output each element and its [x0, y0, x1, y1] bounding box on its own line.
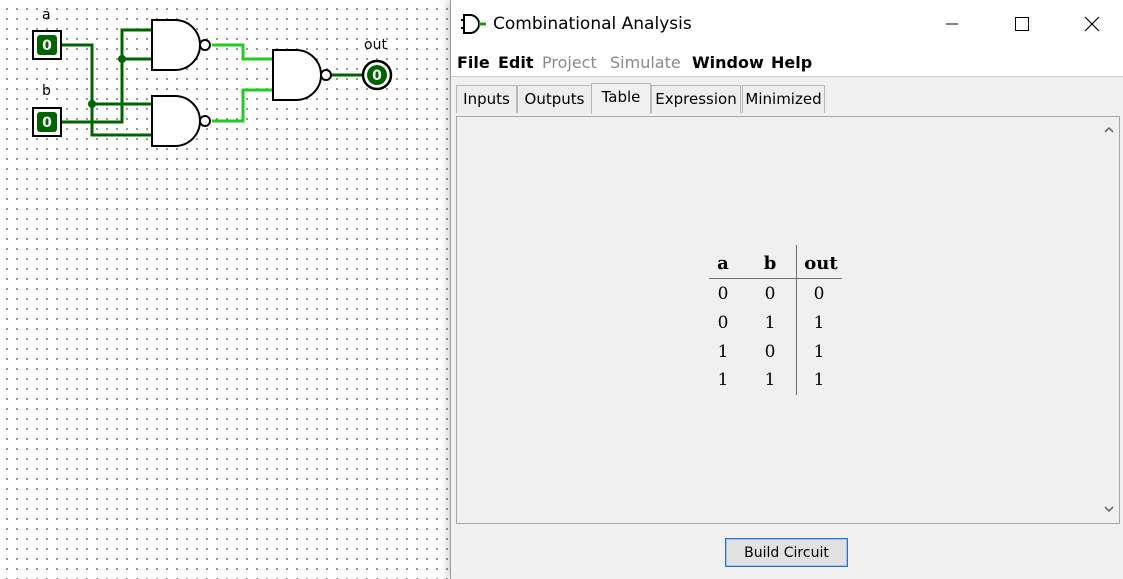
- build-circuit-button[interactable]: Build Circuit: [725, 538, 848, 567]
- truth-table-cell[interactable]: 1: [758, 313, 782, 333]
- menu-edit[interactable]: Edit: [498, 53, 534, 72]
- vertical-scrollbar[interactable]: [1099, 117, 1119, 523]
- combinational-analysis-window: Combinational Analysis File Edit Project…: [450, 0, 1123, 579]
- truth-table-header-a: a: [717, 253, 729, 274]
- tab-outputs[interactable]: Outputs: [517, 85, 592, 113]
- maximize-icon: [1015, 17, 1029, 31]
- truth-table-cell[interactable]: 1: [711, 370, 735, 390]
- pin-label-out: out: [364, 37, 387, 53]
- wire-nand1-out: [212, 43, 272, 61]
- tab-strip: Inputs Outputs Table Expression Minimize…: [456, 83, 1116, 114]
- circuit-canvas[interactable]: 0 0 0 a b out: [0, 0, 450, 579]
- close-icon: [1084, 16, 1100, 32]
- menu-bar: File Edit Project Simulate Window Help: [451, 48, 1123, 77]
- scroll-down-icon[interactable]: [1102, 502, 1116, 516]
- truth-table-cell[interactable]: 1: [711, 342, 735, 362]
- wire-nand2-out: [212, 88, 272, 123]
- menu-window[interactable]: Window: [692, 53, 764, 72]
- input-pin-a-value: 0: [42, 38, 52, 54]
- truth-table-cell[interactable]: 0: [758, 342, 782, 362]
- circuit-diagram[interactable]: 0 0 0: [0, 0, 450, 579]
- wire-junction-a: [88, 100, 96, 108]
- minimize-icon: [946, 23, 958, 25]
- nand-gate-3: [272, 49, 332, 101]
- tab-table[interactable]: Table: [591, 83, 651, 114]
- pin-label-b: b: [42, 83, 51, 99]
- truth-table-header-out: out: [804, 253, 838, 274]
- table-panel: a b out 0 0 0 0 1 1 1 0 1 1 1 1: [456, 116, 1120, 524]
- nand-gate-2: [151, 95, 211, 147]
- truth-table-cell[interactable]: 1: [807, 313, 831, 333]
- window-title: Combinational Analysis: [493, 14, 692, 34]
- truth-table-header-divider: [709, 278, 842, 279]
- scroll-up-icon[interactable]: [1102, 123, 1116, 137]
- truth-table-header-b: b: [763, 253, 777, 274]
- tab-inputs[interactable]: Inputs: [456, 85, 517, 113]
- input-pin-a[interactable]: 0: [32, 30, 62, 60]
- nand-gate-1: [151, 19, 211, 71]
- wire-junction-b: [118, 55, 126, 63]
- truth-table-cell[interactable]: 0: [758, 284, 782, 304]
- output-pin-out-value: 0: [372, 68, 382, 84]
- maximize-button[interactable]: [999, 0, 1045, 48]
- tab-expression[interactable]: Expression: [651, 85, 741, 113]
- truth-table-cell[interactable]: 0: [711, 313, 735, 333]
- truth-table-cell[interactable]: 0: [807, 284, 831, 304]
- input-pin-b[interactable]: 0: [32, 107, 62, 137]
- truth-table-cell[interactable]: 1: [758, 370, 782, 390]
- menu-help[interactable]: Help: [771, 53, 812, 72]
- pin-label-a: a: [42, 7, 51, 23]
- truth-table-output-divider: [796, 245, 797, 395]
- truth-table-cell[interactable]: 0: [711, 284, 735, 304]
- truth-table-cell[interactable]: 1: [807, 342, 831, 362]
- input-pin-b-value: 0: [42, 115, 52, 131]
- output-pin-out: 0: [361, 59, 393, 91]
- title-bar[interactable]: Combinational Analysis: [451, 0, 1123, 48]
- minimize-button[interactable]: [929, 0, 975, 48]
- menu-project[interactable]: Project: [542, 53, 597, 72]
- close-button[interactable]: [1069, 0, 1115, 48]
- truth-table-cell[interactable]: 1: [807, 370, 831, 390]
- tab-minimized[interactable]: Minimized: [742, 85, 825, 113]
- menu-file[interactable]: File: [457, 53, 490, 72]
- menu-simulate[interactable]: Simulate: [610, 53, 681, 72]
- logisim-gate-icon: [461, 14, 486, 34]
- truth-table[interactable]: a b out 0 0 0 0 1 1 1 0 1 1 1 1: [707, 245, 847, 400]
